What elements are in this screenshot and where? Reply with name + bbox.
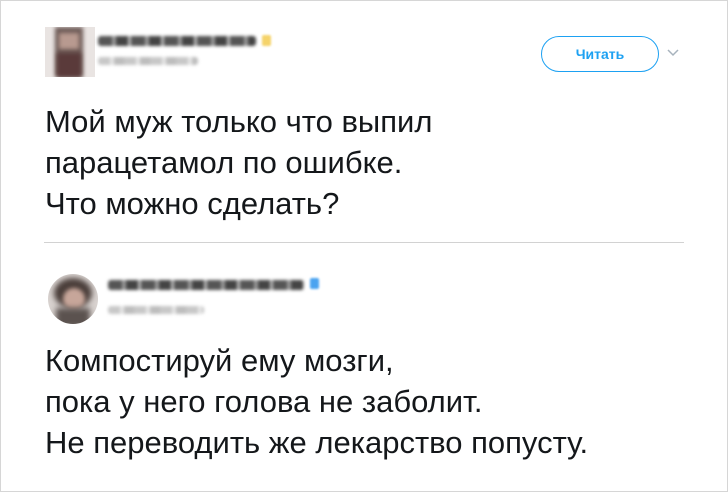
- chevron-down-icon[interactable]: [666, 48, 680, 58]
- verified-badge-icon: [310, 278, 319, 289]
- blurred-author-handle[interactable]: [98, 57, 198, 65]
- avatar[interactable]: [48, 274, 98, 324]
- tweet-text: Мой муж только что выпил парацетамол по …: [45, 104, 433, 221]
- blurred-author-name[interactable]: [108, 280, 304, 290]
- divider: [44, 242, 684, 243]
- tweet-text: Компостируй ему мозги, пока у него голов…: [45, 343, 589, 460]
- verified-badge-icon: [262, 35, 271, 46]
- follow-button[interactable]: Читать: [541, 36, 659, 72]
- avatar[interactable]: [45, 27, 95, 77]
- blurred-author-name[interactable]: [98, 36, 256, 46]
- blurred-author-handle[interactable]: [108, 306, 204, 314]
